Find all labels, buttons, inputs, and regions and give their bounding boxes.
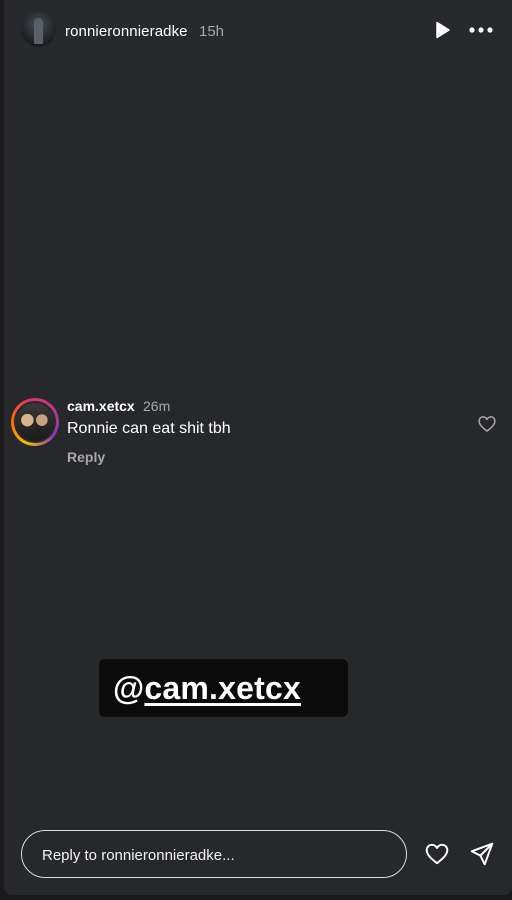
- mention-handle[interactable]: cam.xetcx: [144, 670, 301, 706]
- reply-box[interactable]: [21, 830, 407, 878]
- heart-outline-icon: [425, 843, 449, 865]
- author-username[interactable]: ronnieronnieradke: [65, 23, 188, 40]
- story-like-button[interactable]: [424, 841, 450, 867]
- comment-reply-button[interactable]: Reply: [67, 449, 105, 465]
- comment-text: Ronnie can eat shit tbh: [67, 420, 231, 437]
- commenter-username[interactable]: cam.xetcx: [67, 398, 135, 414]
- heart-outline-icon: [478, 416, 496, 432]
- play-button[interactable]: [432, 20, 452, 40]
- author-avatar[interactable]: [21, 12, 56, 47]
- story-header: ronnieronnieradke 15h: [4, 0, 512, 62]
- comment-item: cam.xetcx 26m Ronnie can eat shit tbh Re…: [4, 390, 512, 470]
- comment-like-button[interactable]: [477, 414, 497, 434]
- commenter-avatar: [14, 401, 56, 443]
- send-icon: [470, 842, 494, 866]
- comment-timestamp: 26m: [143, 398, 171, 414]
- mention-text: @cam.xetcx: [113, 670, 301, 707]
- reply-input[interactable]: [42, 843, 382, 867]
- avatar-figure: [34, 18, 43, 44]
- more-options-button[interactable]: [468, 20, 494, 40]
- send-button[interactable]: [469, 841, 495, 867]
- more-horizontal-icon: [469, 27, 493, 33]
- story-timestamp: 15h: [199, 23, 225, 40]
- mention-at: @: [113, 670, 145, 706]
- play-icon: [436, 21, 450, 39]
- story-viewer: ronnieronnieradke 15h cam.xetcx 26m Ronn…: [4, 0, 512, 895]
- mention-sticker[interactable]: @cam.xetcx: [99, 659, 348, 717]
- commenter-avatar-ring[interactable]: [11, 398, 59, 446]
